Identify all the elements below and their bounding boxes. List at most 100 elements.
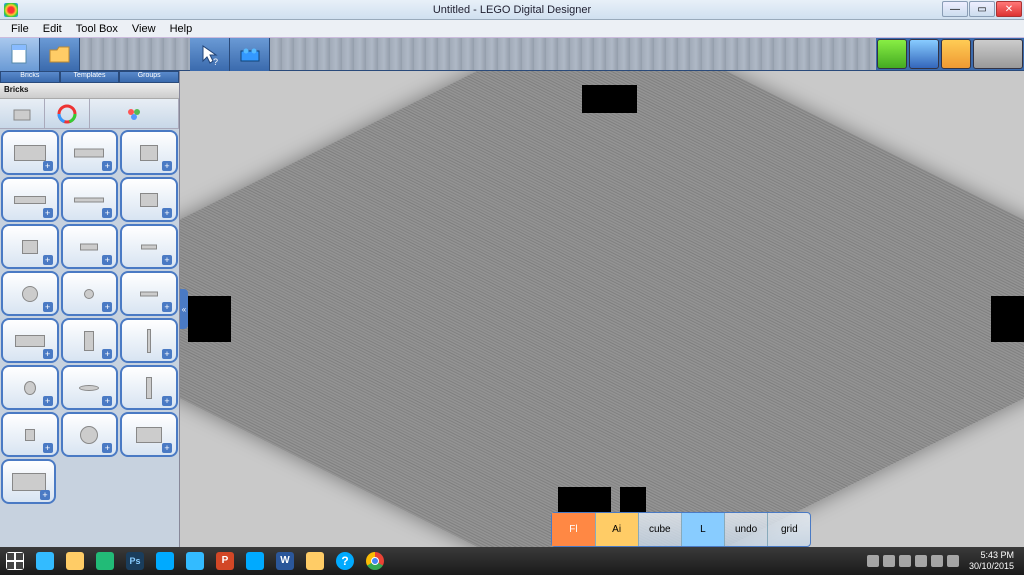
camera-btn-1[interactable]: Ai	[596, 513, 639, 546]
brick-cylinder[interactable]	[61, 318, 119, 363]
tool-new[interactable]	[0, 38, 40, 71]
brick-brick-1x2[interactable]	[1, 224, 59, 269]
filter-row	[0, 99, 179, 129]
taskbar-app-chrome[interactable]	[360, 547, 390, 575]
mode-end-button[interactable]	[973, 39, 1023, 69]
panel-collapse-handle[interactable]: «	[180, 289, 188, 329]
brick-plate-2x2[interactable]	[61, 224, 119, 269]
tray-net-icon[interactable]	[899, 555, 911, 567]
tray-eject-icon[interactable]	[867, 555, 879, 567]
taskbar-app-skype[interactable]	[150, 547, 180, 575]
tool-clone[interactable]	[230, 38, 270, 71]
brick-plate-2x4[interactable]	[1, 177, 59, 222]
main-area: Bricks Templates Groups Bricks	[0, 71, 1024, 547]
taskbar-app-help[interactable]: ?	[330, 547, 360, 575]
mail-icon	[246, 552, 264, 570]
tray-icons	[867, 555, 959, 567]
brick-wedge-2x4[interactable]	[1, 318, 59, 363]
menu-toolbox[interactable]: Tool Box	[69, 22, 125, 36]
file-icon	[8, 43, 32, 67]
toolbar-spacer-2	[270, 38, 876, 70]
taskbar-app-ps[interactable]: Ps	[120, 547, 150, 575]
viewport-3d[interactable]: « Fl Ai cube L undo grid	[180, 71, 1024, 547]
main-toolbar: ?	[0, 38, 1024, 71]
close-button[interactable]: ✕	[996, 1, 1022, 17]
palette-tabs: Bricks Templates Groups	[0, 71, 179, 83]
app-icon	[4, 3, 18, 17]
taskbar-app-store[interactable]	[90, 547, 120, 575]
brick-minifig-head[interactable]	[1, 365, 59, 410]
tray-volume-icon[interactable]	[883, 555, 895, 567]
filter-search-button[interactable]	[90, 99, 179, 128]
taskbar-app-start[interactable]	[0, 547, 30, 575]
box-filter-icon	[12, 104, 32, 124]
lego-logo-overlay-bottom-a	[558, 487, 611, 513]
brick-bar[interactable]	[120, 318, 178, 363]
brick-icon	[238, 43, 262, 67]
brick-tile-1x2[interactable]	[120, 271, 178, 316]
taskbar-app-ie[interactable]	[30, 547, 60, 575]
camera-controls: Fl Ai cube L undo grid	[551, 512, 811, 547]
brick-brick-2x3[interactable]	[120, 412, 178, 457]
camera-btn-2[interactable]: cube	[639, 513, 682, 546]
brick-brick-1x4[interactable]	[61, 130, 119, 175]
help-icon: ?	[336, 552, 354, 570]
brick-slope-2x2[interactable]	[120, 177, 178, 222]
tray-flag-icon[interactable]	[915, 555, 927, 567]
brick-gear[interactable]	[61, 412, 119, 457]
brick-round-1x1[interactable]	[61, 271, 119, 316]
windows-taskbar: Ps P W? 5:43 PM 30/10/2015	[0, 547, 1024, 575]
last-used-brick[interactable]	[1, 459, 56, 504]
filter-by-box-button[interactable]	[0, 99, 45, 128]
arrow-cursor-icon: ?	[198, 43, 222, 67]
store-icon	[96, 552, 114, 570]
brick-axle[interactable]	[120, 365, 178, 410]
taskbar-app-word[interactable]: W	[270, 547, 300, 575]
brick-brick-1x1[interactable]	[1, 412, 59, 457]
brick-plate-1x2[interactable]	[120, 224, 178, 269]
mode-guide-button[interactable]	[941, 39, 971, 69]
camera-btn-3[interactable]: L	[682, 513, 725, 546]
taskbar-clock[interactable]: 5:43 PM 30/10/2015	[963, 550, 1020, 572]
camera-btn-4[interactable]: undo	[725, 513, 768, 546]
lego-logo-overlay-bottom-b	[620, 487, 646, 513]
palette-header: Bricks	[0, 83, 179, 99]
brick-round-2x2[interactable]	[1, 271, 59, 316]
menu-bar: File Edit Tool Box View Help	[0, 20, 1024, 38]
palette-tab-templates[interactable]: Templates	[60, 71, 120, 83]
tool-select[interactable]: ?	[190, 38, 230, 71]
toolbar-spacer-1	[80, 38, 190, 70]
brick-brick-2x2[interactable]	[120, 130, 178, 175]
taskbar-app-mail[interactable]	[240, 547, 270, 575]
minimize-button[interactable]: —	[942, 1, 968, 17]
menu-help[interactable]: Help	[163, 22, 200, 36]
filter-by-color-button[interactable]	[45, 99, 90, 128]
powerpoint-icon: P	[216, 552, 234, 570]
tray-power-icon[interactable]	[931, 555, 943, 567]
brick-brick-2x4[interactable]	[1, 130, 59, 175]
mode-view-button[interactable]	[909, 39, 939, 69]
bricks-scroll[interactable]	[0, 129, 179, 547]
taskbar-app-chat[interactable]	[180, 547, 210, 575]
system-tray: 5:43 PM 30/10/2015	[867, 550, 1024, 572]
brick-dish[interactable]	[61, 365, 119, 410]
menu-view[interactable]: View	[125, 22, 163, 36]
mode-build-button[interactable]	[877, 39, 907, 69]
menu-file[interactable]: File	[4, 22, 36, 36]
skype-icon	[156, 552, 174, 570]
tray-lang-icon[interactable]	[947, 555, 959, 567]
camera-btn-0[interactable]: Fl	[552, 513, 595, 546]
menu-edit[interactable]: Edit	[36, 22, 69, 36]
clock-date: 30/10/2015	[969, 561, 1014, 572]
palette-tab-bricks[interactable]: Bricks	[0, 71, 60, 83]
taskbar-app-folder[interactable]	[300, 547, 330, 575]
tool-open[interactable]	[40, 38, 80, 71]
brick-plate-1x4[interactable]	[61, 177, 119, 222]
taskbar-app-powerpoint[interactable]: P	[210, 547, 240, 575]
taskbar-app-explorer[interactable]	[60, 547, 90, 575]
camera-btn-5[interactable]: grid	[768, 513, 810, 546]
maximize-button[interactable]: ▭	[969, 1, 995, 17]
palette-tab-groups[interactable]: Groups	[119, 71, 179, 83]
chat-icon	[186, 552, 204, 570]
folder-icon	[48, 43, 72, 67]
